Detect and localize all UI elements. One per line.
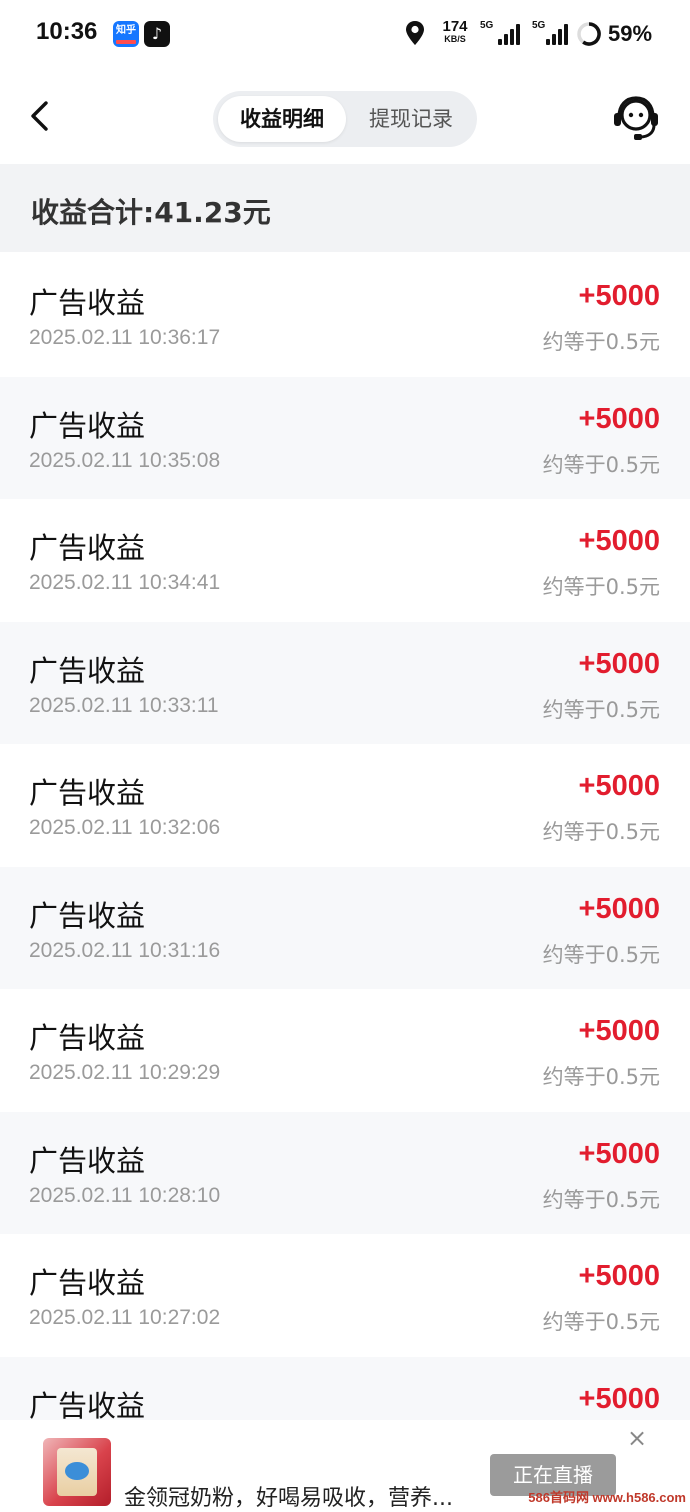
tab-withdrawal-records[interactable]: 提现记录 bbox=[349, 96, 473, 142]
signal-icon-2: 5G bbox=[532, 18, 570, 48]
record-title: 广告收益 bbox=[29, 531, 146, 565]
record-amount: +5000 bbox=[578, 1382, 660, 1415]
sim1-label: 5G bbox=[480, 20, 494, 31]
status-time: 10:36 bbox=[36, 18, 98, 45]
earnings-summary: 收益合计:41.23元 bbox=[0, 164, 690, 252]
list-item[interactable]: 广告收益 2025.02.11 10:29:29 +5000 约等于0.5元 bbox=[0, 989, 690, 1112]
record-amount: +5000 bbox=[578, 525, 660, 557]
sim2-label: 5G bbox=[532, 20, 546, 31]
record-title: 广告收益 bbox=[29, 776, 146, 810]
watermark: 586首码网 www.h586.com bbox=[528, 1490, 686, 1505]
douyin-app-icon: ♪ bbox=[144, 21, 170, 47]
record-approx-value: 约等于0.5元 bbox=[542, 1310, 660, 1334]
list-item[interactable]: 广告收益 2025.02.11 10:32:06 +5000 约等于0.5元 bbox=[0, 744, 690, 867]
earnings-list: 广告收益 2025.02.11 10:36:17 +5000 约等于0.5元 广… bbox=[0, 254, 690, 1479]
battery-ring-icon bbox=[577, 22, 601, 46]
ad-text: 金领冠奶粉，好喝易吸收，营养... bbox=[124, 1486, 453, 1511]
record-amount: +5000 bbox=[578, 402, 660, 435]
record-approx-value: 约等于0.5元 bbox=[542, 697, 660, 722]
record-title: 广告收益 bbox=[29, 408, 146, 443]
ad-banner[interactable]: 金领冠奶粉，好喝易吸收，营养... × 正在直播 586首码网 www.h586… bbox=[0, 1420, 690, 1512]
zhihu-app-icon: 知乎 bbox=[113, 21, 139, 47]
close-icon[interactable]: × bbox=[627, 1426, 647, 1450]
record-amount: +5000 bbox=[578, 1260, 660, 1292]
chevron-left-icon[interactable] bbox=[20, 94, 60, 138]
tab-earnings-detail[interactable]: 收益明细 bbox=[218, 96, 346, 142]
record-approx-value: 约等于0.5元 bbox=[542, 1065, 660, 1089]
record-title: 广告收益 bbox=[29, 1266, 146, 1300]
location-icon bbox=[406, 21, 424, 45]
record-approx-value: 约等于0.5元 bbox=[542, 452, 660, 477]
list-item[interactable]: 广告收益 2025.02.11 10:35:08 +5000 约等于0.5元 bbox=[0, 376, 690, 499]
network-speed: 174 KB/S bbox=[438, 19, 472, 45]
record-approx-value: 约等于0.5元 bbox=[542, 1187, 660, 1212]
record-approx-value: 约等于0.5元 bbox=[542, 330, 660, 354]
record-time: 2025.02.11 10:28:10 bbox=[29, 1183, 221, 1207]
record-time: 2025.02.11 10:33:11 bbox=[29, 693, 219, 717]
customer-service-icon[interactable] bbox=[610, 93, 662, 145]
record-amount: +5000 bbox=[578, 280, 660, 312]
record-time: 2025.02.11 10:31:16 bbox=[29, 938, 221, 962]
record-time: 2025.02.11 10:34:41 bbox=[29, 571, 221, 594]
list-item[interactable]: 广告收益 2025.02.11 10:27:02 +5000 约等于0.5元 bbox=[0, 1234, 690, 1357]
record-title: 广告收益 bbox=[29, 286, 146, 320]
list-item[interactable]: 广告收益 2025.02.11 10:28:10 +5000 约等于0.5元 bbox=[0, 1111, 690, 1234]
record-amount: +5000 bbox=[578, 1137, 660, 1170]
record-title: 广告收益 bbox=[29, 898, 146, 933]
zhihu-app-label: 知乎 bbox=[116, 25, 136, 36]
record-amount: +5000 bbox=[578, 892, 660, 925]
record-approx-value: 约等于0.5元 bbox=[542, 942, 660, 967]
record-title: 广告收益 bbox=[29, 1388, 146, 1423]
record-amount: +5000 bbox=[578, 647, 660, 680]
record-time: 2025.02.11 10:36:17 bbox=[29, 326, 221, 349]
signal-icon: 5G bbox=[480, 18, 524, 48]
list-item[interactable]: 广告收益 2025.02.11 10:31:16 +5000 约等于0.5元 bbox=[0, 866, 690, 989]
tab-switcher: 收益明细 提现记录 bbox=[213, 91, 477, 147]
record-time: 2025.02.11 10:35:08 bbox=[29, 448, 221, 472]
record-title: 广告收益 bbox=[29, 653, 146, 688]
network-speed-value: 174 bbox=[442, 18, 468, 35]
record-title: 广告收益 bbox=[29, 1143, 146, 1178]
status-bar: 10:36 知乎 ♪ 174 KB/S 5G 5G 59% bbox=[0, 0, 690, 68]
record-time: 2025.02.11 10:32:06 bbox=[29, 816, 221, 839]
record-approx-value: 约等于0.5元 bbox=[542, 820, 660, 844]
network-speed-unit: KB/S bbox=[444, 34, 466, 44]
top-nav-bar: 收益明细 提现记录 bbox=[0, 68, 690, 164]
list-item[interactable]: 广告收益 2025.02.11 10:33:11 +5000 约等于0.5元 bbox=[0, 621, 690, 744]
earnings-detail-page: 10:36 知乎 ♪ 174 KB/S 5G 5G 59% 收益明细 提现记录 … bbox=[0, 0, 690, 1512]
record-title: 广告收益 bbox=[29, 1021, 146, 1055]
list-item[interactable]: 广告收益 2025.02.11 10:34:41 +5000 约等于0.5元 bbox=[0, 499, 690, 622]
list-item[interactable]: 广告收益 2025.02.11 10:36:17 +5000 约等于0.5元 bbox=[0, 254, 690, 377]
record-amount: +5000 bbox=[578, 770, 660, 802]
earnings-total: 收益合计:41.23元 bbox=[31, 196, 271, 229]
record-time: 2025.02.11 10:29:29 bbox=[29, 1061, 221, 1084]
record-amount: +5000 bbox=[578, 1015, 660, 1047]
record-time: 2025.02.11 10:27:02 bbox=[29, 1306, 221, 1329]
ad-product-image bbox=[43, 1438, 111, 1506]
battery-percent: 59% bbox=[608, 21, 653, 46]
record-approx-value: 约等于0.5元 bbox=[542, 575, 660, 599]
